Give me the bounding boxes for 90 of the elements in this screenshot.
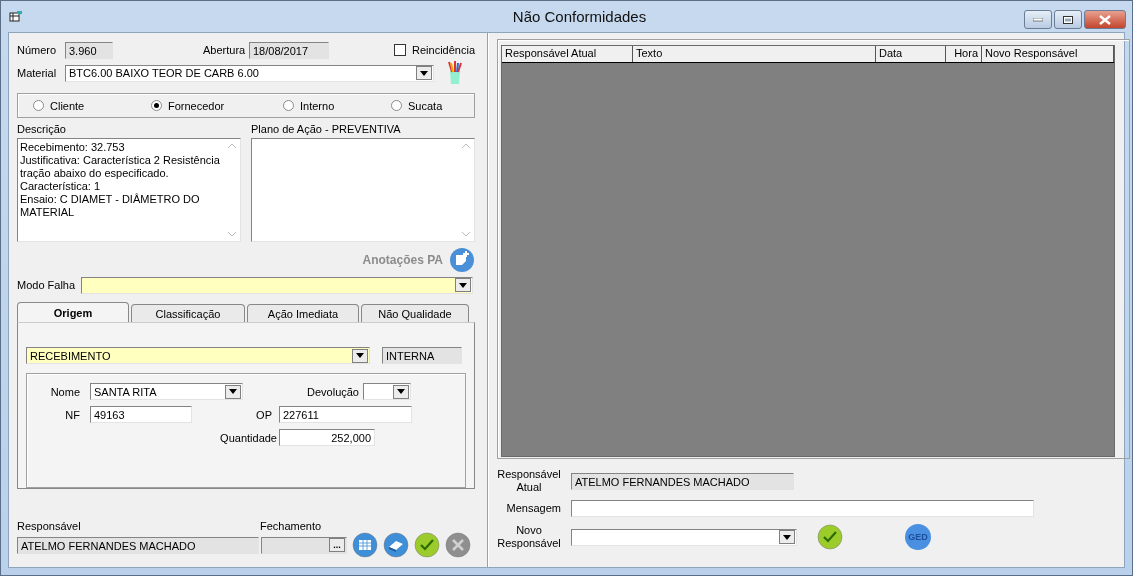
caret-icon bbox=[229, 389, 237, 395]
picker-button[interactable]: ... bbox=[329, 538, 345, 552]
tab[interactable]: Classificação bbox=[131, 304, 245, 322]
dropdown-button[interactable] bbox=[393, 384, 409, 399]
tab[interactable]: Não Qualidade bbox=[361, 304, 469, 322]
column-header[interactable]: Hora bbox=[946, 46, 982, 62]
origin-class-field[interactable]: INTERNA bbox=[382, 347, 462, 365]
radio-option[interactable]: Fornecedor bbox=[151, 99, 283, 112]
radio-button[interactable] bbox=[151, 100, 162, 111]
field-label: Devolução bbox=[306, 385, 359, 398]
pencils-cup-icon bbox=[446, 61, 464, 85]
add-note-icon bbox=[449, 247, 475, 273]
caret-icon bbox=[397, 389, 405, 395]
caret-icon bbox=[356, 353, 364, 359]
current-responsible-field[interactable]: ATELMO FERNANDES MACHADO bbox=[571, 472, 794, 490]
annotations-label: Anotações PA bbox=[362, 253, 443, 267]
minimize-button[interactable] bbox=[1024, 10, 1052, 29]
field-label: Mensagem bbox=[505, 502, 561, 514]
scroll-up-icon[interactable] bbox=[228, 143, 236, 148]
field-label: Material bbox=[17, 67, 58, 79]
field-label: Responsável bbox=[17, 520, 82, 532]
column-header[interactable]: Texto bbox=[633, 46, 876, 62]
radio-button[interactable] bbox=[283, 100, 294, 111]
quantity-field[interactable]: 252,000 bbox=[279, 429, 375, 447]
field-label: Modo Falha bbox=[17, 279, 77, 291]
column-header[interactable]: Data bbox=[876, 46, 946, 62]
app-icon bbox=[9, 10, 23, 23]
radio-option[interactable]: Cliente bbox=[33, 99, 151, 112]
return-dropdown[interactable] bbox=[363, 383, 411, 401]
supplier-dropdown[interactable]: SANTA RITA bbox=[90, 383, 243, 401]
column-header[interactable]: Novo Responsável bbox=[982, 46, 1114, 62]
check-button[interactable] bbox=[817, 524, 843, 550]
close-button[interactable] bbox=[1084, 10, 1126, 29]
eraser-icon bbox=[383, 532, 409, 558]
check-icon bbox=[817, 524, 843, 550]
table-icon bbox=[352, 532, 378, 558]
check-button[interactable] bbox=[414, 532, 440, 558]
field-label: Número bbox=[17, 44, 58, 56]
scroll-up-icon[interactable] bbox=[462, 143, 470, 148]
add-note-button[interactable] bbox=[449, 247, 475, 273]
origin-dropdown[interactable]: RECEBIMENTO bbox=[26, 347, 370, 365]
maximize-button[interactable] bbox=[1054, 10, 1082, 29]
minimize-icon bbox=[1033, 17, 1043, 22]
caret-icon bbox=[783, 534, 791, 540]
dropdown-button[interactable] bbox=[779, 530, 795, 544]
field-label: Abertura bbox=[203, 44, 247, 56]
tab[interactable]: Origem bbox=[17, 302, 129, 322]
message-field[interactable] bbox=[571, 499, 1034, 517]
field-label: OP bbox=[255, 408, 272, 421]
caret-icon bbox=[420, 70, 428, 76]
caret-icon bbox=[459, 282, 467, 288]
field-label: Nome bbox=[49, 385, 80, 398]
field-label: Fechamento bbox=[260, 520, 322, 532]
material-dropdown[interactable]: BTC6.00 BAIXO TEOR DE CARB 6.00 bbox=[65, 64, 434, 82]
column-header[interactable]: Responsável Atual bbox=[502, 46, 633, 62]
invoice-field[interactable]: 49163 bbox=[90, 406, 192, 424]
close-icon bbox=[445, 532, 471, 558]
scroll-down-icon[interactable] bbox=[462, 232, 470, 237]
window-title: Não Conformidades bbox=[511, 8, 648, 25]
scroll-down-icon[interactable] bbox=[228, 232, 236, 237]
field-label: Plano de Ação - PREVENTIVA bbox=[251, 123, 402, 135]
closing-date-field[interactable]: ... bbox=[261, 536, 347, 554]
maximize-icon bbox=[1063, 15, 1073, 24]
eraser-button[interactable] bbox=[383, 532, 409, 558]
checkbox[interactable] bbox=[394, 44, 406, 56]
field-label: Descrição bbox=[17, 123, 67, 135]
failure-mode-dropdown[interactable] bbox=[81, 276, 473, 294]
description-textarea[interactable]: Recebimento: 32.753 Justificativa: Característica 2 Resistência tração abaixo do especificado. Característica: 1 Ensaio: C DIAMET - DIÂMETRO DO MATERIAL bbox=[17, 138, 241, 242]
number-field[interactable]: 3.960 bbox=[65, 41, 113, 59]
checkbox-label: Reincidência bbox=[412, 44, 475, 56]
check-icon bbox=[414, 532, 440, 558]
new-responsible-dropdown[interactable] bbox=[571, 528, 797, 546]
dropdown-button[interactable] bbox=[455, 278, 471, 292]
order-field[interactable]: 227611 bbox=[279, 406, 412, 424]
tab[interactable]: Ação Imediata bbox=[247, 304, 359, 322]
field-label: NF bbox=[64, 408, 80, 421]
table-button[interactable] bbox=[352, 532, 378, 558]
radio-button[interactable] bbox=[33, 100, 44, 111]
dropdown-button[interactable] bbox=[352, 348, 368, 363]
close-icon bbox=[1099, 14, 1111, 25]
field-label: Responsável Atual bbox=[497, 468, 561, 494]
responsible-field[interactable]: ATELMO FERNANDES MACHADO bbox=[17, 536, 259, 554]
dropdown-button[interactable] bbox=[416, 66, 432, 80]
radio-option[interactable]: Interno bbox=[283, 99, 391, 112]
field-label: Novo Responsável bbox=[497, 524, 561, 550]
date-field[interactable]: 18/08/2017 bbox=[249, 41, 329, 59]
radio-option[interactable]: Sucata bbox=[391, 99, 474, 112]
field-label: Quantidade bbox=[219, 431, 277, 444]
radio-button[interactable] bbox=[391, 100, 402, 111]
dropdown-button[interactable] bbox=[225, 384, 241, 399]
